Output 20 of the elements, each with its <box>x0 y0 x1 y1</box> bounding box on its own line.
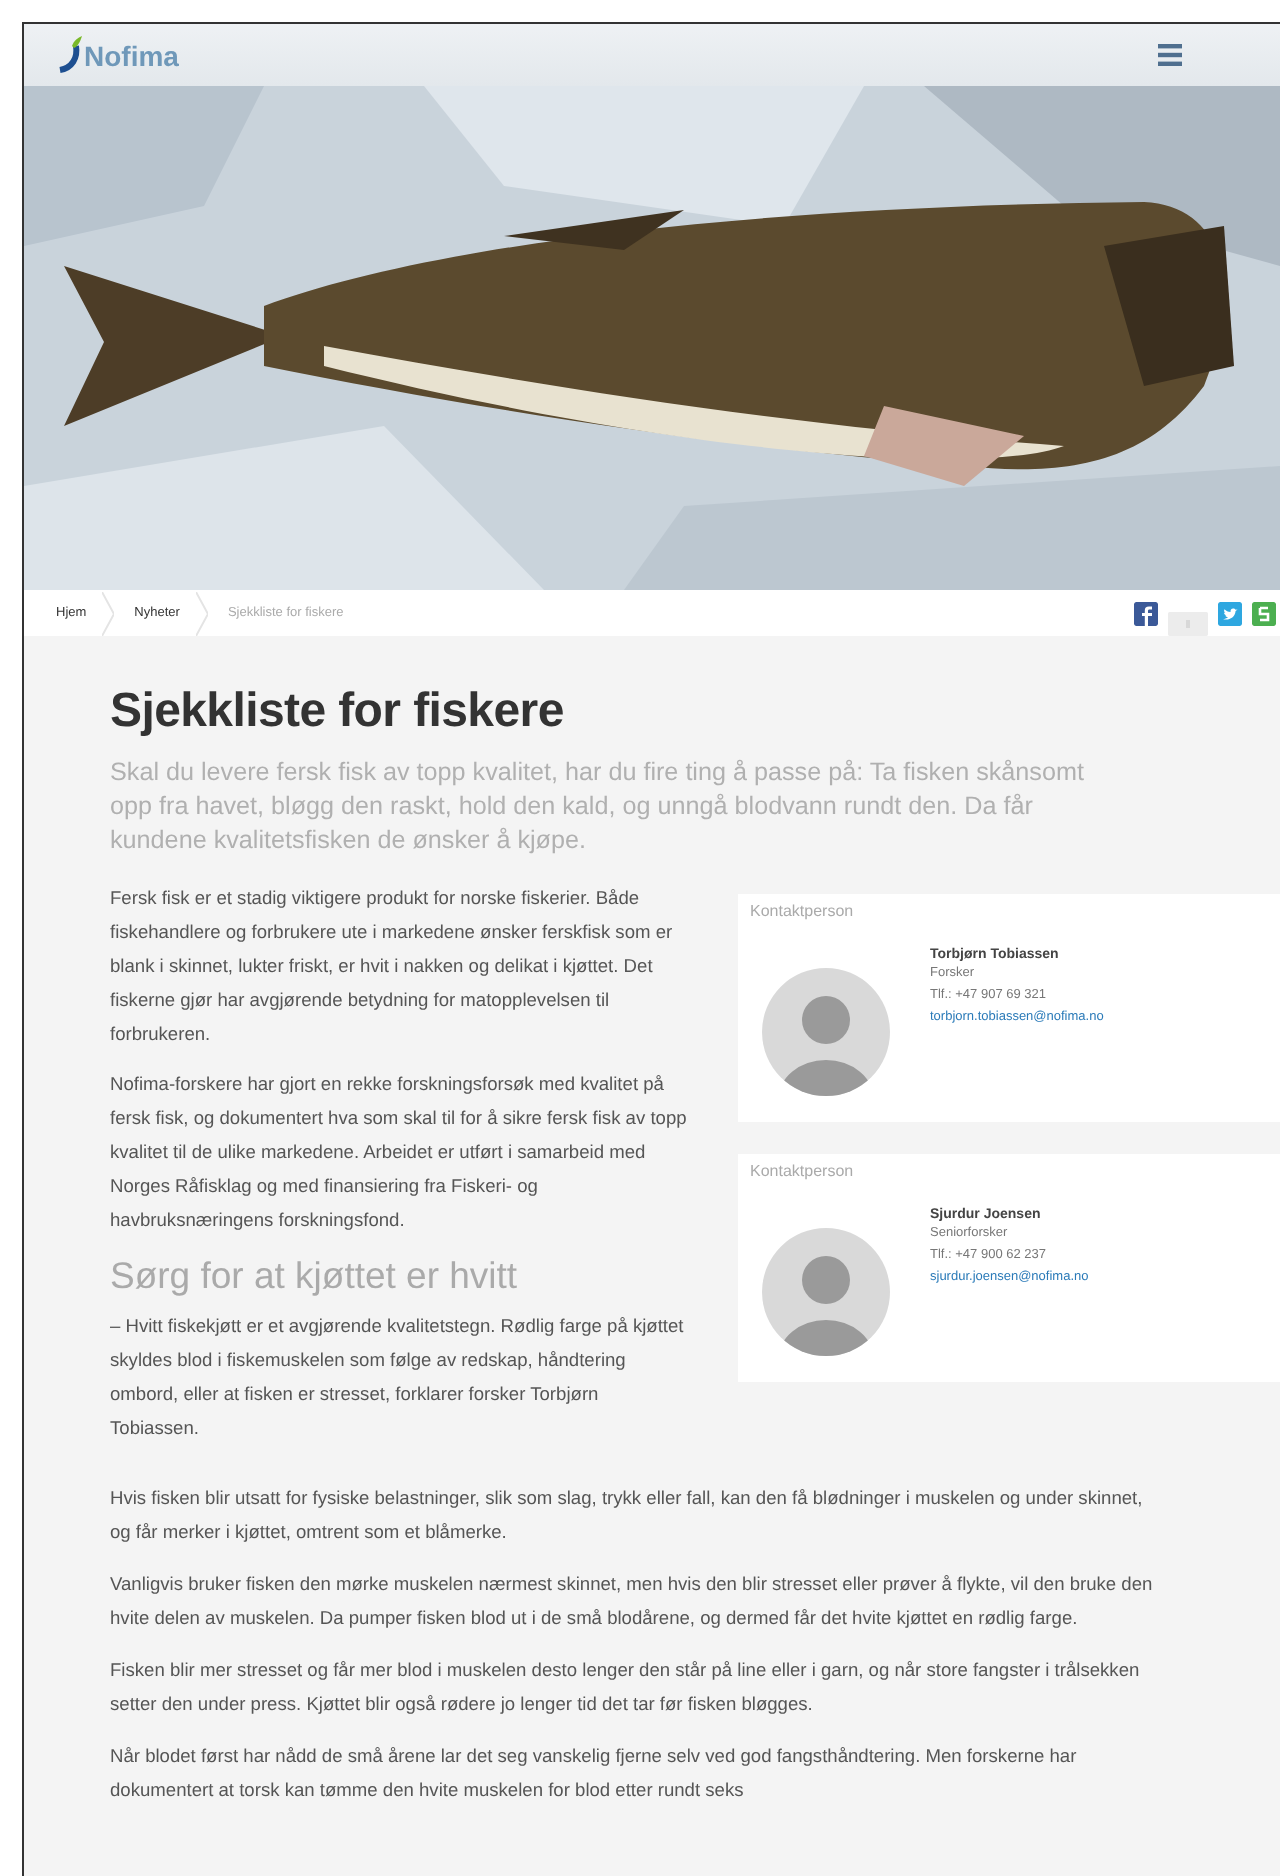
logo-text[interactable]: Nofima <box>84 39 179 71</box>
lead-paragraph: Skal du levere fersk fisk av topp kvalitet, har du fire ting å passe på: Ta fisken skånsomt opp fra havet, bløgg den raskt, hold den kald, og unngå blodvann rundt den. Da får kundene kvalitetsfisken de ønsker å kjøpe. <box>110 756 1086 858</box>
facebook-icon[interactable] <box>1134 601 1158 625</box>
body-paragraph: Fersk fisk er et stadig viktigere produkt for norske fiskerier. Både fiskehandlere og forbrukere ute i markedene ønsker ferskfisk som er blank i skinnet, lukter friskt, er hvit i nakken og delikat i kjøttet. Det fiskerne gjør har avgjørende betydning for matopplevelsen til forbrukeren. <box>110 886 675 1048</box>
twitter-icon[interactable] <box>1218 601 1242 625</box>
share-icon[interactable] <box>1252 601 1276 625</box>
body-paragraph: Nofima-forskere har gjort en rekke forskningsforsøk med kvalitet på fersk fisk, og dokumentert hva som skal til for å sikre fersk fisk av topp kvalitet til de ulike markedene. Arbeidet er utført i samarbeid med Norges Råfisklag og med finansiering fra Fiskeri- og havbruksnæringens forskningsfond. <box>110 1072 689 1234</box>
body-paragraph: Fisken blir mer stresset og får mer blod i muskelen desto lenger den står på line eller i garn, og når store fangster i trålsekken setter den under press. Kjøttet blir også rødere jo lenger tid det tar før fisken bløgges. <box>110 1658 1142 1718</box>
body-paragraph: Vanligvis bruker fisken den mørke muskelen nærmest skinnet, men hvis den blir stresset eller prøver å flykte, vil den bruke den hvite delen av muskelen. Da pumper fisken blod ut i de små blodårene, og dermed får det hvite kjøttet en rødlig farge. <box>110 1572 1155 1632</box>
body-paragraph: Hvis fisken blir utsatt for fysiske belastninger, slik som slag, trykk eller fall, kan den få blødninger i muskelen og under skinnet, og får merker i kjøttet, omtrent som et blåmerke. <box>110 1486 1145 1546</box>
menu-icon[interactable] <box>1158 44 1182 66</box>
chevron-separator-icon <box>195 591 208 635</box>
logo-icon[interactable] <box>56 35 84 75</box>
body-paragraph: – Hvitt fiskekjøtt er et avgjørende kvalitetstegn. Rødlig farge på kjøttet skyldes blod i fiskemuskelen som følge av redskap, håndtering ombord, eller at fisken er stresset, forklarer forsker Torbjørn Tobiassen. <box>110 1314 686 1442</box>
section-heading: Sørg for at kjøttet er hvitt <box>110 1254 520 1298</box>
article-title: Sjekkliste for fiskere <box>110 684 566 740</box>
body-paragraph: Når blodet først har nådd de små årene lar det seg vanskelig fjerne selv ved god fangsthåndtering. Men forskerne har dokumentert at torsk kan tømme den hvite muskelen for blod etter rundt seks <box>110 1744 1079 1804</box>
card-label: Kontaktperson <box>750 902 856 920</box>
chevron-separator-icon <box>102 591 115 635</box>
card-label: Kontaktperson <box>750 1162 856 1180</box>
